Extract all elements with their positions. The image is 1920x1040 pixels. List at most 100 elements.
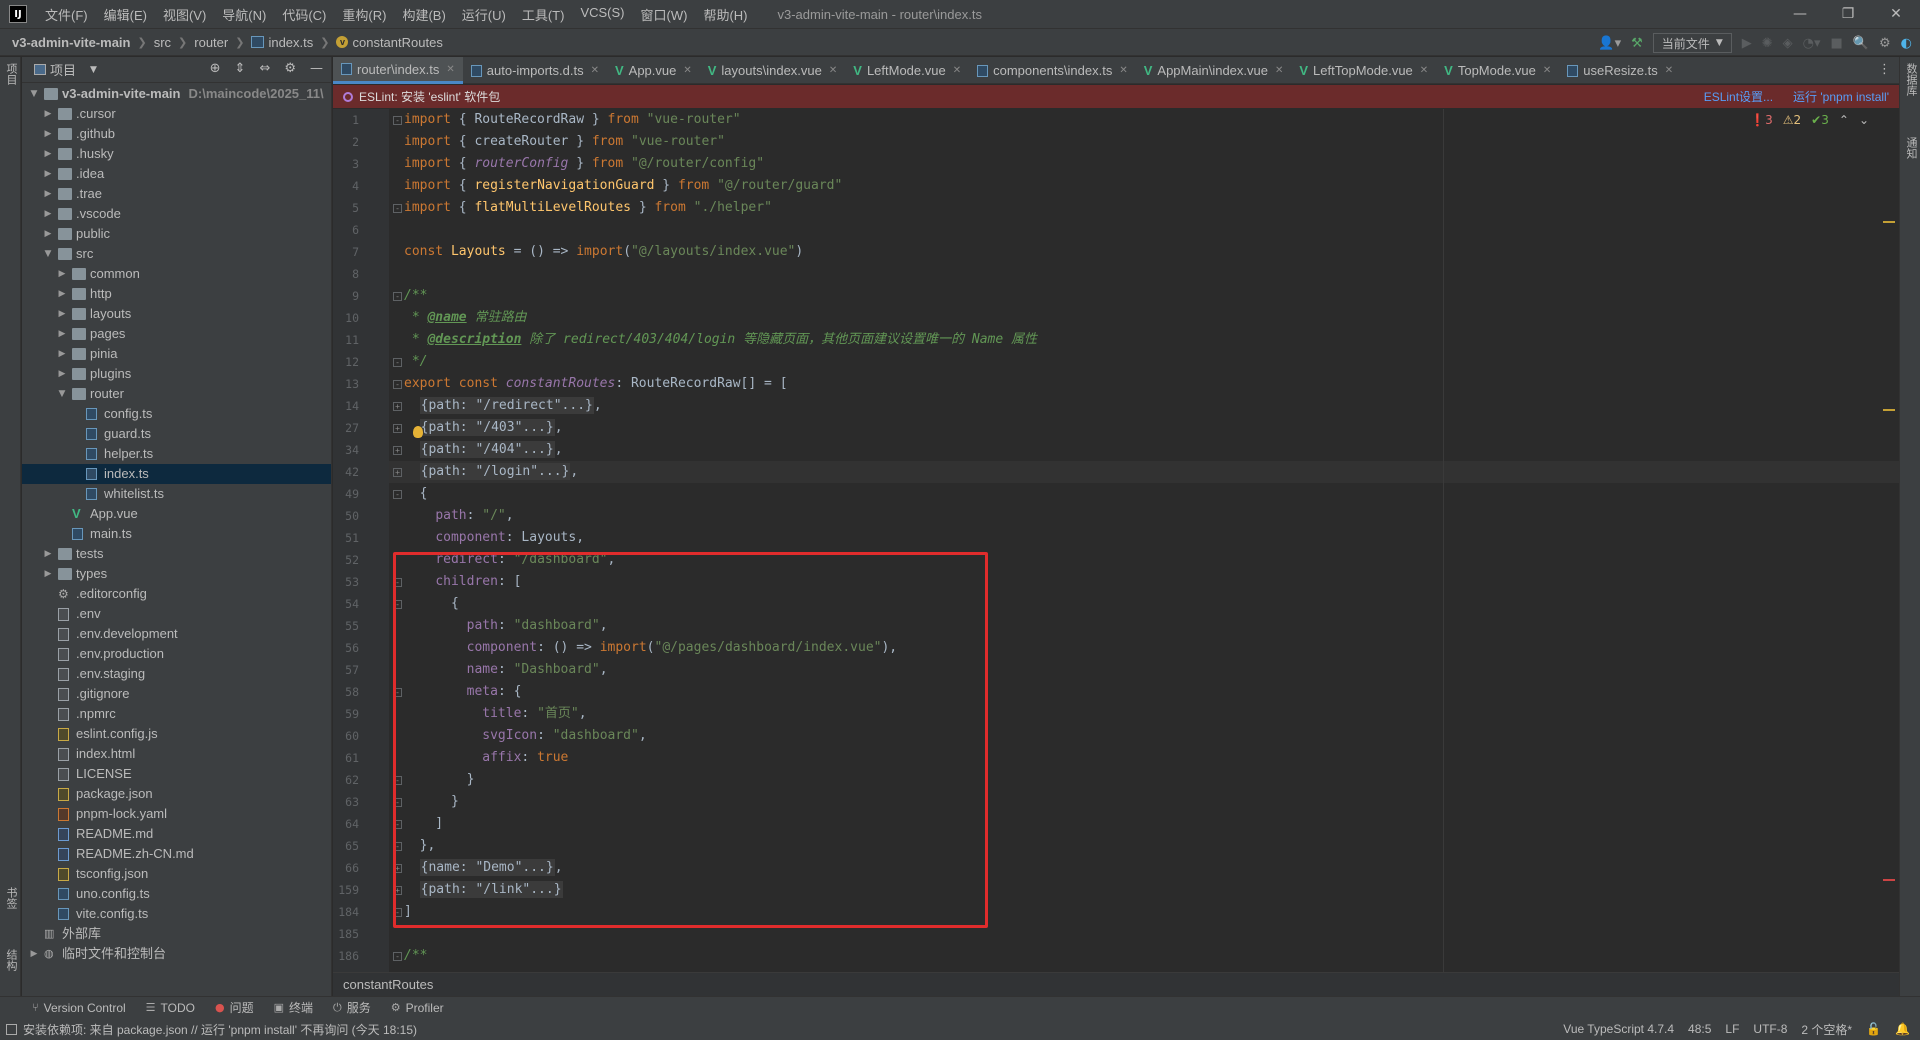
close-icon[interactable]: ✕ [1543,65,1551,76]
editor-tab[interactable]: auto-imports.d.ts ✕ [463,57,607,84]
chevron-right-icon[interactable]: ▶ [56,264,68,284]
fold-toggle-icon[interactable]: - [393,952,402,961]
chevron-down-icon[interactable]: ▼ [56,384,68,404]
stop-icon[interactable]: ■ [1831,36,1843,51]
close-icon[interactable]: ✕ [1420,65,1428,76]
tree-folder[interactable]: ▶ common [22,264,331,284]
fold-toggle-icon[interactable]: - [393,116,402,125]
menu-item[interactable]: 编辑(E) [104,5,147,24]
project-panel-title[interactable]: 项目 [50,60,76,79]
chevron-right-icon[interactable]: ▶ [42,184,54,204]
tree-folder[interactable]: ▶ layouts [22,304,331,324]
chevron-right-icon[interactable]: ▶ [56,284,68,304]
code-editor[interactable]: 1 2 3 4 5 6 7 8 9 10 11 12 13 14 27 34 42 49 50 51 52 53 54 55 5… [333,109,1899,972]
folded-region[interactable]: {path: "/redirect"...} [419,397,594,414]
tree-file[interactable]: .env.production [22,644,331,664]
fold-toggle-icon[interactable]: - [393,204,402,213]
fold-toggle-icon[interactable]: - [393,380,402,389]
lock-icon[interactable]: 🔓 [1866,1022,1881,1036]
tree-file[interactable]: vite.config.ts [22,904,331,924]
tree-file[interactable]: tsconfig.json [22,864,331,884]
chevron-right-icon[interactable]: ▶ [42,124,54,144]
chevron-up-icon[interactable]: ⌃ [1839,113,1849,127]
tree-file[interactable]: whitelist.ts [22,484,331,504]
tree-folder[interactable]: ▼ router [22,384,331,404]
tree-file[interactable]: helper.ts [22,444,331,464]
menu-item[interactable]: VCS(S) [580,5,624,24]
eslint-settings-link[interactable]: ESLint设置... [1704,88,1773,105]
stripe-project[interactable]: 项目 [3,63,18,85]
build-hammer-icon[interactable]: ⚒ [1631,36,1643,51]
menu-item[interactable]: 工具(T) [522,5,565,24]
editor-tab[interactable]: Vlayouts\index.vue ✕ [700,57,846,84]
chevron-right-icon[interactable]: ▶ [42,164,54,184]
editor-tab[interactable]: useResize.ts ✕ [1559,57,1681,84]
chevron-right-icon[interactable]: ▶ [42,204,54,224]
tree-file[interactable]: config.ts [22,404,331,424]
plugin-logo-icon[interactable]: ◐ [1901,36,1912,51]
stripe-notifications[interactable]: 通知 [1903,137,1918,159]
editor-tab[interactable]: V LeftTopMode.vue ✕ [1291,57,1436,84]
folded-region[interactable]: {path: "/login"...} [419,463,571,480]
lightbulb-icon[interactable] [413,426,423,438]
chevron-right-icon[interactable]: ▶ [42,144,54,164]
tree-file[interactable]: .gitignore [22,684,331,704]
chevron-right-icon[interactable]: ▶ [42,544,54,564]
folded-region[interactable]: {path: "/403"...} [419,419,555,436]
line-separator[interactable]: LF [1725,1022,1739,1036]
crumb-src[interactable]: src [154,35,171,50]
tree-file[interactable]: eslint.config.js [22,724,331,744]
close-icon[interactable]: ✕ [1275,65,1283,76]
tree-folder[interactable]: ▶ .cursor [22,104,331,124]
file-encoding[interactable]: UTF-8 [1753,1022,1787,1036]
tree-folder[interactable]: ▶ pinia [22,344,331,364]
chevron-right-icon[interactable]: ▶ [56,304,68,324]
tree-file[interactable]: guard.ts [22,424,331,444]
tree-folder[interactable]: ▶ .github [22,124,331,144]
tool-window-button[interactable]: ⑂ Version Control [32,1001,126,1015]
tool-window-button[interactable]: ☰ TODO [146,1001,195,1015]
tree-file[interactable]: .env.staging [22,664,331,684]
restore-button[interactable]: ❐ [1824,0,1872,28]
editor-tab[interactable]: V AppMain\index.vue ✕ [1136,57,1292,84]
editor-tab[interactable]: V TopMode.vue ✕ [1436,57,1559,84]
tool-window-button[interactable]: ● 问题 [215,999,254,1016]
menu-item[interactable]: 文件(F) [45,5,88,24]
chevron-down-icon[interactable]: ⌄ [1859,113,1869,127]
stripe-database[interactable]: 数据库 [1903,63,1918,96]
crumb-file[interactable]: index.ts [251,35,313,50]
tree-file[interactable]: ▶ ◍ 临时文件和控制台 [22,944,331,964]
tool-window-button[interactable]: ▣ 终端 [274,999,313,1016]
caret-position[interactable]: 48:5 [1688,1022,1711,1036]
minimize-button[interactable]: — [1776,0,1824,28]
indent-setting[interactable]: 2 个空格* [1801,1021,1852,1038]
tree-folder[interactable]: ▶ public [22,224,331,244]
menu-item[interactable]: 导航(N) [222,5,266,24]
fold-toggle-icon[interactable]: - [393,490,402,499]
tree-file[interactable]: pnpm-lock.yaml [22,804,331,824]
crumb-router[interactable]: router [194,35,228,50]
tree-folder[interactable]: ▶ .idea [22,164,331,184]
chevron-down-icon[interactable]: ▼ [28,84,40,104]
tree-folder[interactable]: ▶ types [22,564,331,584]
run-config-select[interactable]: 当前文件 ▼ [1652,33,1732,53]
close-icon[interactable]: ✕ [1665,65,1673,76]
close-icon[interactable]: ✕ [591,65,599,76]
menu-item[interactable]: 构建(B) [402,5,445,24]
code-breadcrumb[interactable]: constantRoutes [343,977,433,992]
chevron-right-icon[interactable]: ▶ [28,944,40,964]
editor-tab[interactable]: V App.vue ✕ [607,57,700,84]
close-window-button[interactable]: ✕ [1872,0,1920,28]
chevron-right-icon[interactable]: ▶ [42,104,54,124]
editor-tab[interactable]: router\index.ts ✕ [333,57,463,84]
tree-folder[interactable]: ▶ .trae [22,184,331,204]
close-icon[interactable]: ✕ [1119,65,1127,76]
expand-all-icon[interactable]: ⇕ [235,61,246,76]
tree-file[interactable]: V App.vue [22,504,331,524]
tool-window-button[interactable]: ⚙ Profiler [391,1001,444,1015]
editor-tab[interactable]: V LeftMode.vue ✕ [845,57,969,84]
close-icon[interactable]: ✕ [953,65,961,76]
tree-folder[interactable]: ▶ .vscode [22,204,331,224]
hide-panel-icon[interactable]: — [310,61,323,76]
close-icon[interactable]: ✕ [446,64,454,75]
